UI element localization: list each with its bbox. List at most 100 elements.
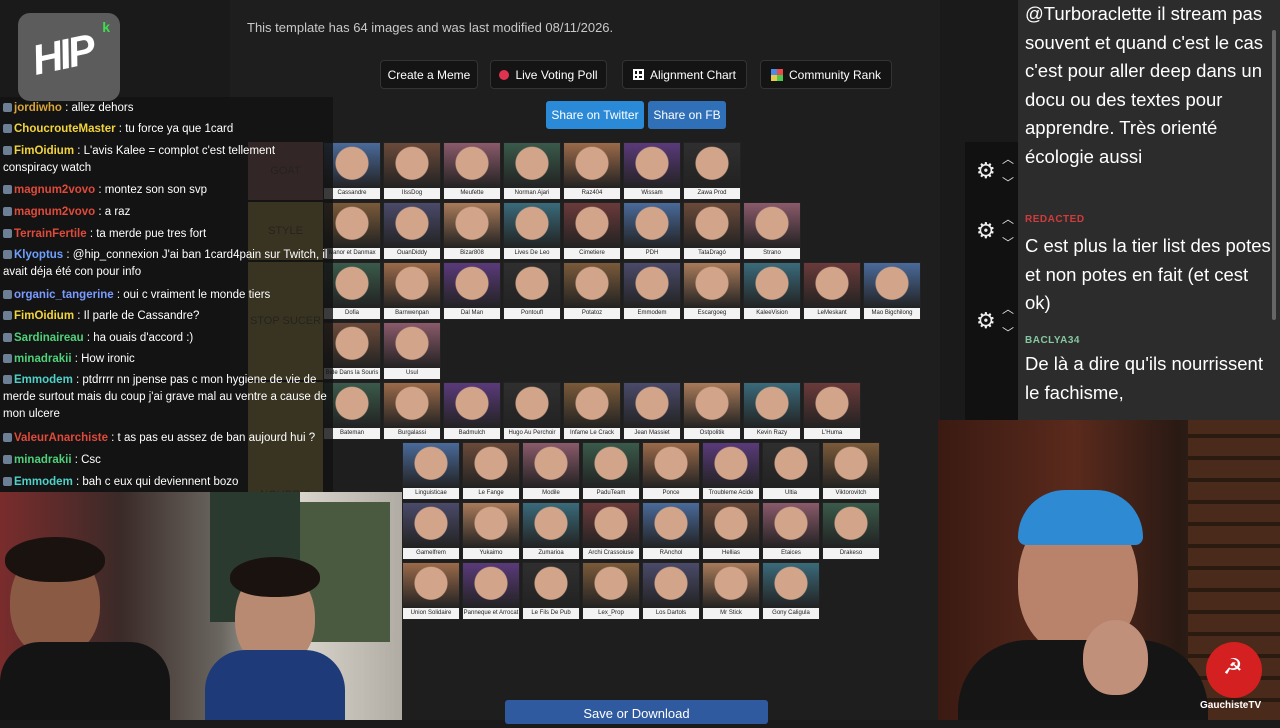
tier-item[interactable]: Lex_Prop xyxy=(582,562,640,620)
chevron-down-icon[interactable]: ﹀ xyxy=(1002,174,1014,191)
share-fb-button[interactable]: Share on FB xyxy=(648,101,726,129)
tier-item[interactable]: Barnwenpan xyxy=(383,262,441,320)
tier-item[interactable]: Los Dartols xyxy=(642,562,700,620)
tier-item[interactable]: Union Solidaire xyxy=(402,562,460,620)
tier-item[interactable]: RAnchol xyxy=(642,502,700,560)
tier-item[interactable]: Le Fils De Pub xyxy=(522,562,580,620)
chat-username[interactable]: minadrakii xyxy=(14,353,72,365)
chat-badge-icon xyxy=(3,103,12,113)
chevron-down-icon[interactable]: ﹀ xyxy=(1002,234,1014,251)
tier-item[interactable]: Gony Caligula xyxy=(762,562,820,620)
tier-item[interactable]: Bizar808 xyxy=(443,202,501,260)
tier-item[interactable]: Usul xyxy=(383,322,441,380)
tier-item[interactable]: Cimetiere xyxy=(563,202,621,260)
chevron-down-icon[interactable]: ﹀ xyxy=(1002,324,1014,341)
chat-username[interactable]: jordiwho xyxy=(14,102,62,114)
gear-icon[interactable]: ⚙ xyxy=(976,308,996,334)
chat-username[interactable]: magnum2vovo xyxy=(14,206,95,218)
tier-item[interactable]: Panneque et Arrocat xyxy=(462,562,520,620)
alignment-chart-button[interactable]: Alignment Chart xyxy=(622,60,747,89)
tier-item[interactable]: Escargoeg xyxy=(683,262,741,320)
tier-item[interactable]: TataDragó xyxy=(683,202,741,260)
tier-item[interactable]: Burgalassi xyxy=(383,382,441,440)
tier-item[interactable]: KaleeVision xyxy=(743,262,801,320)
tier-item[interactable]: PDH xyxy=(623,202,681,260)
chat-username[interactable]: FimOidium xyxy=(14,145,74,157)
tier-item[interactable]: OuanDiddy xyxy=(383,202,441,260)
tier-item[interactable]: Lives De Leo xyxy=(503,202,561,260)
tier-item-image xyxy=(744,383,800,428)
chat-username[interactable]: Klyoptus xyxy=(14,249,63,261)
chat-username[interactable]: Emmodem xyxy=(14,476,73,488)
chat-username[interactable]: Emmodem xyxy=(14,374,73,386)
tier-item[interactable]: Troubleme Acide xyxy=(702,442,760,500)
tier-item-caption: Mr Stick xyxy=(703,608,759,619)
tier-item[interactable]: Jean Massiet xyxy=(623,382,681,440)
tier-item[interactable]: Linguisticae xyxy=(402,442,460,500)
tier-item[interactable]: Badmulch xyxy=(443,382,501,440)
tier-item[interactable]: Zumarioa xyxy=(522,502,580,560)
chat-username[interactable]: TerrainFertile xyxy=(14,228,87,240)
tier-item-image xyxy=(583,563,639,608)
tier-item[interactable]: L'Huma xyxy=(803,382,861,440)
chat-message: Emmodem : bah c eux qui deviennent bozo xyxy=(3,474,329,491)
tier-item[interactable]: Kevin Razy xyxy=(743,382,801,440)
tier-item-image xyxy=(384,383,440,428)
tier-item-caption: Strano xyxy=(744,248,800,259)
chat-text: : bah c eux qui deviennent bozo xyxy=(72,476,239,488)
tier-item[interactable]: Zawa Prod xyxy=(683,142,741,200)
tier-item[interactable]: Meufette xyxy=(443,142,501,200)
chat-badge-icon xyxy=(3,146,12,156)
tier-item[interactable]: Strano xyxy=(743,202,801,260)
tier-item[interactable]: Ultia xyxy=(762,442,820,500)
chevron-up-icon[interactable]: ︿ xyxy=(1002,150,1014,167)
chat-username[interactable]: ChoucrouteMaster xyxy=(14,123,116,135)
chevron-up-icon[interactable]: ︿ xyxy=(1002,210,1014,227)
create-meme-button[interactable]: Create a Meme xyxy=(380,60,478,89)
tier-item[interactable]: Emmodem xyxy=(623,262,681,320)
tier-item[interactable]: Raz404 xyxy=(563,142,621,200)
tier-item[interactable]: Ponce xyxy=(642,442,700,500)
tier-item[interactable]: LeMeskant xyxy=(803,262,861,320)
tier-item[interactable]: Etaices xyxy=(762,502,820,560)
tier-item[interactable]: Dal Man xyxy=(443,262,501,320)
tier-item-caption: Drakeso xyxy=(823,548,879,559)
tier-item[interactable]: Modile xyxy=(522,442,580,500)
chat-username[interactable]: organic_tangerine xyxy=(14,289,114,301)
tier-item[interactable]: Mao Bigchilong xyxy=(863,262,921,320)
chevron-up-icon[interactable]: ︿ xyxy=(1002,300,1014,317)
live-voting-button[interactable]: Live Voting Poll xyxy=(490,60,607,89)
gear-icon[interactable]: ⚙ xyxy=(976,218,996,244)
save-download-button[interactable]: Save or Download xyxy=(505,700,768,724)
tier-item[interactable]: Mr Stick xyxy=(702,562,760,620)
tier-item[interactable]: Norman Ajari xyxy=(503,142,561,200)
tier-item[interactable]: Potatoz xyxy=(563,262,621,320)
tier-item[interactable]: Pontoufl xyxy=(503,262,561,320)
tier-item-caption: Viktorovitch xyxy=(823,488,879,499)
scrollbar[interactable] xyxy=(1272,30,1276,320)
tier-item[interactable]: Gamelfrem xyxy=(402,502,460,560)
tier-item[interactable]: Yukaimo xyxy=(462,502,520,560)
tier-item[interactable]: Viktorovitch xyxy=(822,442,880,500)
tier-item[interactable]: Hugo Au Perchoir xyxy=(503,382,561,440)
tier-item[interactable]: Ostpolitik xyxy=(683,382,741,440)
chat-username[interactable]: ValeurAnarchiste xyxy=(14,432,108,444)
tier-item-image xyxy=(564,383,620,428)
tier-item[interactable]: Hellias xyxy=(702,502,760,560)
chat-username[interactable]: magnum2vovo xyxy=(14,184,95,196)
chat-username[interactable]: Sardinaireau xyxy=(14,332,84,344)
tier-item[interactable]: PaduTeam xyxy=(582,442,640,500)
chat-message: Emmodem : ptdrrrr nn jpense pas c mon hy… xyxy=(3,372,329,423)
tier-item[interactable]: Wissam xyxy=(623,142,681,200)
tier-item[interactable]: Archi Crassoiuse xyxy=(582,502,640,560)
tier-item[interactable]: IIssDog xyxy=(383,142,441,200)
tier-item-image xyxy=(763,563,819,608)
tier-item[interactable]: Drakeso xyxy=(822,502,880,560)
tier-item[interactable]: Infame Le Crack xyxy=(563,382,621,440)
community-rank-button[interactable]: Community Rank xyxy=(760,60,892,89)
chat-username[interactable]: minadrakii xyxy=(14,454,72,466)
share-twitter-button[interactable]: Share on Twitter xyxy=(546,101,644,129)
tier-item[interactable]: Le Fange xyxy=(462,442,520,500)
gear-icon[interactable]: ⚙ xyxy=(976,158,996,184)
chat-username[interactable]: FimOidium xyxy=(14,310,74,322)
